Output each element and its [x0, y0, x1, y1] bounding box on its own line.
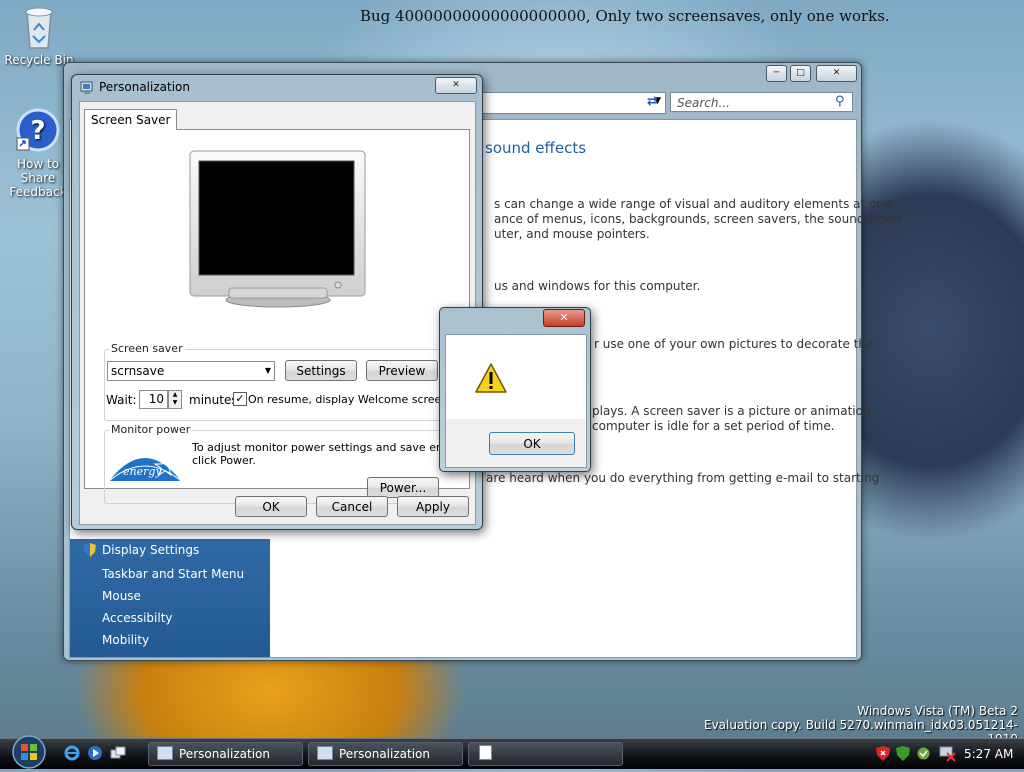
alert-close-button[interactable]: ✕	[543, 309, 585, 327]
description-line: are heard when you do everything from ge…	[486, 471, 880, 485]
media-player-icon[interactable]	[87, 745, 103, 764]
svg-text:?: ?	[30, 116, 45, 146]
help-icon: ?	[16, 108, 60, 152]
description-line: computer is idle for a set period of tim…	[592, 419, 835, 433]
tab-screen-saver[interactable]: Screen Saver	[84, 109, 178, 130]
taskbar-button-label: Personalization	[339, 747, 430, 761]
cancel-button[interactable]: Cancel	[316, 496, 388, 517]
personalization-icon	[157, 746, 173, 760]
monitor-power-group-title: Monitor power	[109, 423, 193, 436]
description-line: us and windows for this computer.	[494, 279, 701, 293]
description-line: uter, and mouse pointers.	[494, 227, 650, 241]
alert-body: OK	[445, 334, 587, 468]
wait-minutes-input[interactable]: 10	[139, 390, 168, 409]
start-button[interactable]	[10, 735, 48, 772]
screensaver-group-title: Screen saver	[109, 342, 185, 355]
screensaver-group: Screen saver scrnsave ▼ Settings Preview…	[104, 342, 449, 421]
recycle-bin-icon	[25, 7, 53, 49]
personalization-dialog: Personalization ✕ Screen Saver Screen sa…	[71, 74, 483, 530]
taskbar-button-personalization-1[interactable]: Personalization	[148, 742, 303, 766]
taskbar-button-alert[interactable]	[468, 742, 623, 766]
sidebar-item-mouse[interactable]: Mouse	[102, 589, 141, 603]
defender-icon[interactable]	[896, 746, 910, 764]
personalization-icon	[317, 746, 333, 760]
minimize-button[interactable]: ─	[766, 65, 787, 82]
bug-title: Bug 40000000000000000000, Only two scree…	[360, 7, 890, 25]
resume-checkbox[interactable]: ✓	[233, 392, 247, 406]
sidebar-item-mobility[interactable]: Mobility	[102, 633, 149, 647]
watermark-line-1: Windows Vista (TM) Beta 2	[857, 704, 1018, 718]
resume-label: On resume, display Welcome screen	[248, 393, 449, 406]
svg-text:energy: energy	[123, 465, 162, 478]
dialog-close-button[interactable]: ✕	[435, 77, 477, 94]
dialog-body: Screen Saver Screen saver scrnsave ▼ Set…	[79, 101, 476, 525]
document-icon	[479, 745, 492, 760]
windows-orb-icon	[12, 735, 46, 769]
clock[interactable]: 5:27 AM	[964, 747, 1013, 761]
screensaver-selected-value: scrnsave	[111, 364, 165, 378]
monitor-power-text-2: click Power.	[192, 454, 256, 467]
power-button[interactable]: Power...	[367, 477, 439, 498]
description-line: r use one of your own pictures to decora…	[594, 337, 874, 351]
alert-dialog: ✕ OK	[439, 307, 591, 472]
recycle-bin-shortcut[interactable]: Recycle Bin	[4, 4, 74, 67]
settings-button[interactable]: Settings	[285, 360, 357, 381]
description-line: plays. A screen saver is a picture or an…	[592, 404, 871, 418]
chevron-down-icon: ▼	[264, 366, 271, 375]
sidebar-item-accessibility[interactable]: Accessibilty	[102, 611, 173, 625]
dialog-title: Personalization	[99, 80, 190, 94]
monitor-power-text-1: To adjust monitor power settings and sav…	[192, 441, 472, 454]
description-line: s can change a wide range of visual and …	[494, 197, 892, 211]
sidebar: Display Settings Taskbar and Start Menu …	[70, 539, 270, 657]
preview-button[interactable]: Preview	[366, 360, 438, 381]
close-button[interactable]: ✕	[816, 65, 857, 82]
description-line: ance of menus, icons, backgrounds, scree…	[494, 212, 901, 226]
apply-button[interactable]: Apply	[397, 496, 469, 517]
security-shield-icon[interactable]	[876, 746, 890, 764]
network-icon[interactable]	[938, 745, 956, 765]
wait-spinner[interactable]: ▲ ▼	[168, 390, 182, 409]
page-heading: sound effects	[485, 139, 587, 157]
screensaver-select[interactable]: scrnsave ▼	[107, 361, 275, 381]
refresh-icon[interactable]: ⇄	[647, 94, 658, 109]
sidebar-item-display-settings[interactable]: Display Settings	[102, 543, 199, 557]
wait-label: Wait:	[106, 393, 137, 407]
minutes-label: minutes	[189, 393, 238, 407]
warning-icon	[474, 362, 508, 397]
sidebar-item-taskbar[interactable]: Taskbar and Start Menu	[102, 567, 244, 581]
taskbar-button-personalization-2[interactable]: Personalization	[308, 742, 463, 766]
shield-icon	[84, 543, 96, 560]
search-icon[interactable]: ⚲	[835, 94, 845, 109]
sync-icon[interactable]	[916, 746, 931, 764]
maximize-button[interactable]: □	[790, 65, 811, 82]
personalization-icon	[80, 81, 94, 98]
taskbar: Personalization Personalization 5:27 AM	[0, 735, 1024, 772]
energy-star-logo: energy	[107, 445, 183, 486]
monitor-preview	[189, 150, 367, 313]
alert-ok-button[interactable]: OK	[489, 432, 575, 455]
address-bar[interactable]: ▼	[474, 92, 666, 114]
taskbar-button-label: Personalization	[179, 747, 270, 761]
ok-button[interactable]: OK	[235, 496, 307, 517]
tab-panel: Screen saver scrnsave ▼ Settings Preview…	[84, 129, 471, 504]
monitor-power-group: Monitor power energy To adjust monitor p…	[104, 423, 471, 504]
ie-icon[interactable]	[64, 745, 80, 764]
search-input[interactable]: Search...	[670, 92, 853, 112]
switch-windows-icon[interactable]	[110, 745, 126, 764]
